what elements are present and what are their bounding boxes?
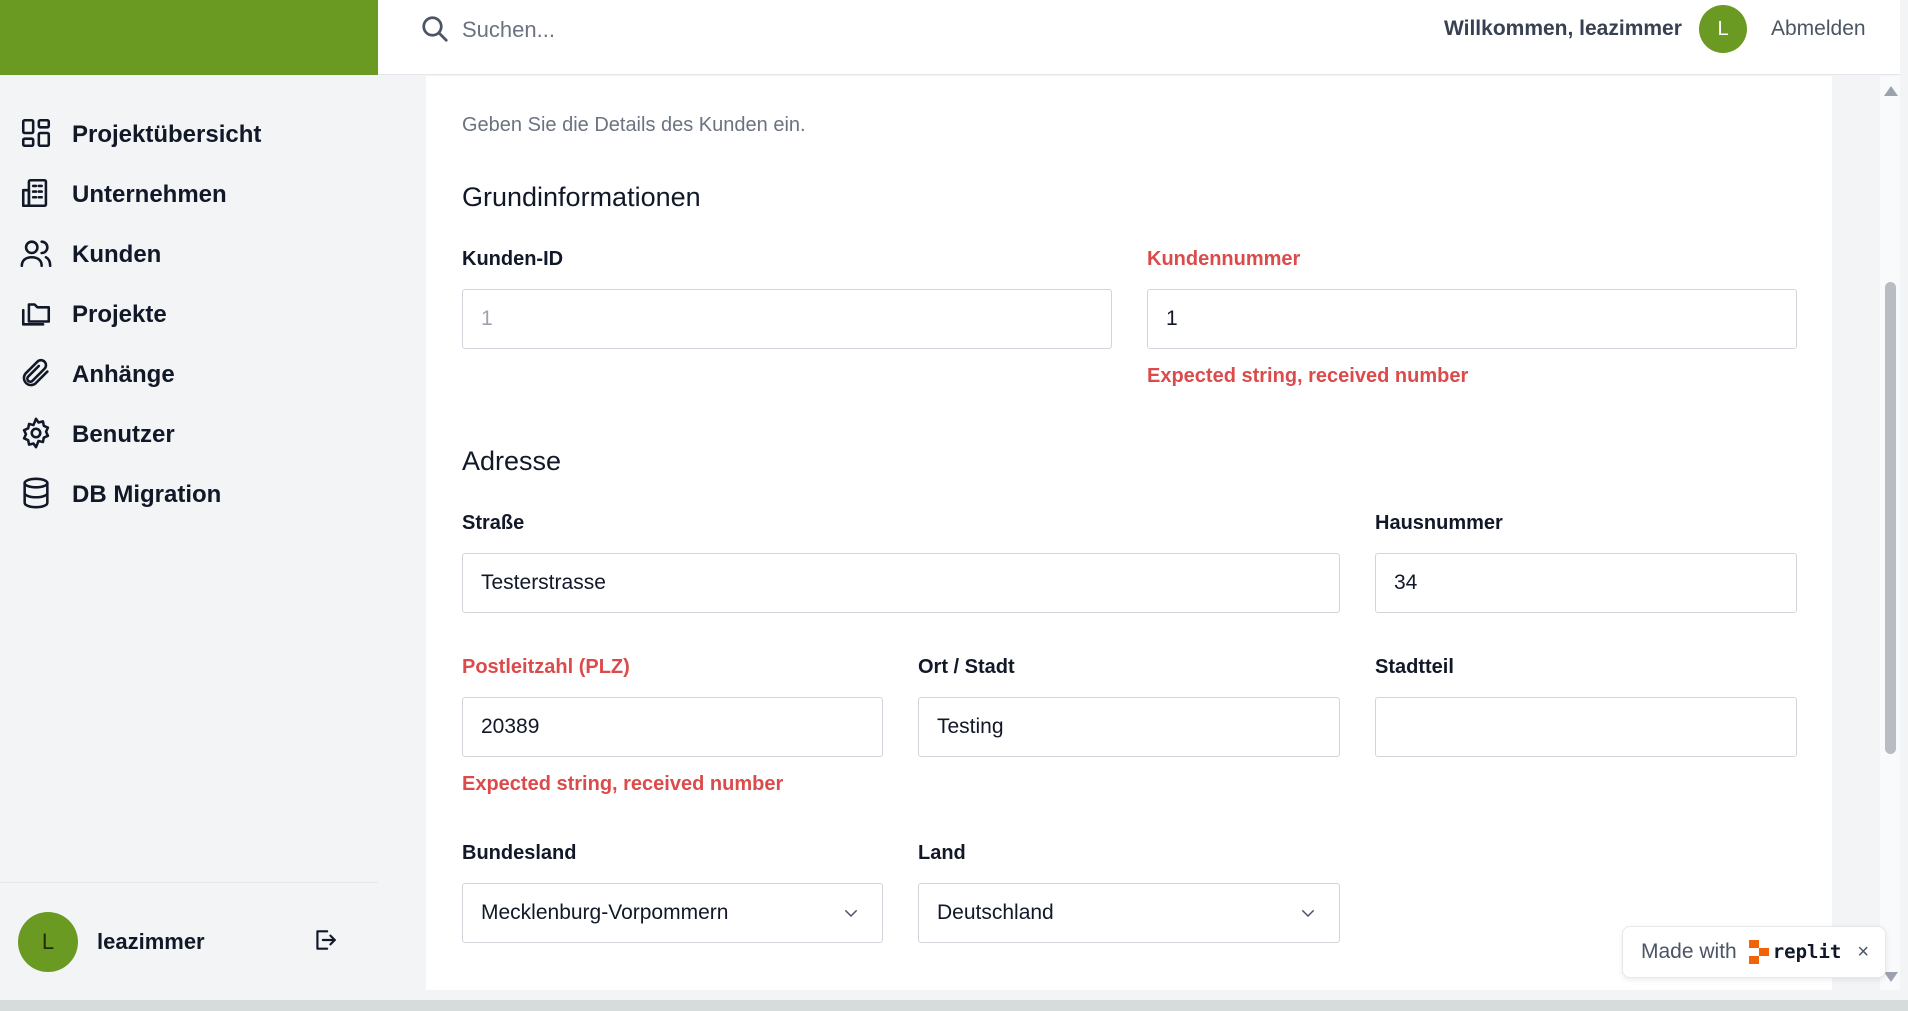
section-title-basic: Grundinformationen: [462, 182, 701, 212]
customer-number-field[interactable]: [1147, 289, 1797, 349]
chevron-down-icon: [1299, 904, 1317, 922]
close-icon[interactable]: ×: [1857, 941, 1869, 964]
building-icon: [19, 176, 53, 215]
scrollbar-thumb[interactable]: [1885, 282, 1896, 754]
paperclip-icon: [19, 356, 53, 395]
sidebar-item-unternehmen[interactable]: Unternehmen: [0, 165, 378, 225]
welcome-text: Willkommen, leazimmer: [1444, 17, 1682, 40]
sidebar-item-label: Unternehmen: [72, 181, 227, 208]
badge-text: Made with: [1641, 940, 1737, 963]
sidebar-item-projektuebersicht[interactable]: Projektübersicht: [0, 105, 378, 165]
sidebar-item-projekte[interactable]: Projekte: [0, 285, 378, 345]
scroll-up-arrow-icon[interactable]: [1884, 86, 1898, 96]
sidebar: Projektübersicht Unternehmen Kunden Proj…: [0, 0, 378, 1000]
replit-logo-icon: [1748, 940, 1769, 964]
search-input[interactable]: [462, 10, 962, 50]
folders-icon: [19, 296, 53, 335]
sidebar-item-label: Projekte: [72, 301, 167, 328]
sidebar-item-benutzer[interactable]: Benutzer: [0, 405, 378, 465]
gear-icon: [19, 416, 53, 455]
made-with-replit-badge[interactable]: Made with replit ×: [1622, 926, 1886, 978]
dashboard-icon: [19, 116, 53, 155]
state-select[interactable]: Mecklenburg-Vorpommern: [462, 883, 883, 943]
scrollbar[interactable]: [1880, 76, 1900, 990]
district-field[interactable]: [1375, 697, 1797, 757]
sidebar-item-label: Kunden: [72, 241, 162, 268]
street-label: Straße: [462, 512, 525, 534]
postal-code-field[interactable]: [462, 697, 883, 757]
district-label: Stadtteil: [1375, 656, 1454, 678]
database-icon: [19, 476, 53, 515]
section-title-address: Adresse: [462, 446, 562, 476]
sidebar-item-kunden[interactable]: Kunden: [0, 225, 378, 285]
top-header: Willkommen, leazimmer L Abmelden: [378, 0, 1900, 75]
sidebar-item-label: Anhänge: [72, 361, 175, 388]
country-select[interactable]: Deutschland: [918, 883, 1340, 943]
logout-icon[interactable]: [312, 927, 338, 953]
sidebar-nav: Projektübersicht Unternehmen Kunden Proj…: [0, 75, 378, 525]
sidebar-item-label: DB Migration: [72, 481, 222, 508]
sidebar-item-label: Benutzer: [72, 421, 175, 448]
country-select-value: Deutschland: [937, 901, 1054, 924]
form-intro: Geben Sie die Details des Kunden ein.: [462, 114, 806, 136]
postal-code-label: Postleitzahl (PLZ): [462, 656, 630, 678]
sidebar-item-db-migration[interactable]: DB Migration: [0, 465, 378, 525]
avatar[interactable]: L: [18, 911, 78, 972]
street-field[interactable]: [462, 553, 1340, 613]
users-icon: [19, 236, 53, 275]
state-label: Bundesland: [462, 842, 577, 864]
city-label: Ort / Stadt: [918, 656, 1015, 678]
house-number-label: Hausnummer: [1375, 512, 1503, 534]
sidebar-item-label: Projektübersicht: [72, 121, 262, 148]
city-field[interactable]: [918, 697, 1340, 757]
badge-brand: replit: [1772, 941, 1842, 963]
customer-number-label: Kundennummer: [1147, 248, 1301, 270]
customer-number-error: Expected string, received number: [1147, 365, 1469, 387]
window-bottom-edge: [0, 1000, 1908, 1011]
chevron-down-icon: [842, 904, 860, 922]
header-avatar[interactable]: L: [1699, 5, 1747, 53]
sidebar-item-anhaenge[interactable]: Anhänge: [0, 345, 378, 405]
state-select-value: Mecklenburg-Vorpommern: [481, 901, 729, 924]
scroll-down-arrow-icon[interactable]: [1884, 972, 1898, 982]
search-icon: [420, 14, 450, 44]
customer-id-field[interactable]: [462, 289, 1112, 349]
sidebar-footer: L leazimmer: [0, 882, 378, 1000]
postal-code-error: Expected string, received number: [462, 773, 784, 795]
customer-id-label: Kunden-ID: [462, 248, 564, 270]
customer-form-panel: Geben Sie die Details des Kunden ein. Gr…: [426, 76, 1832, 990]
footer-username: leazimmer: [97, 928, 205, 954]
country-label: Land: [918, 842, 966, 864]
signout-link[interactable]: Abmelden: [1771, 17, 1866, 41]
brand-bar: [0, 0, 378, 75]
house-number-field[interactable]: [1375, 553, 1797, 613]
